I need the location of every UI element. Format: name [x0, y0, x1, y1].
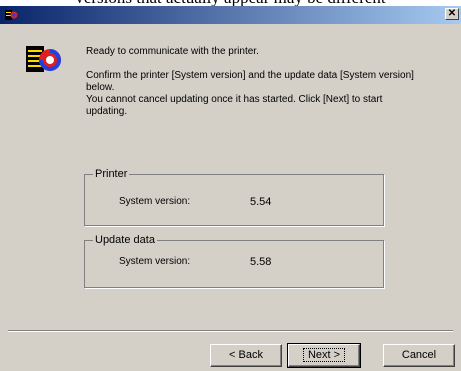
- update-data-group: Update data System version: 5.58: [84, 233, 384, 288]
- confirm-message: Confirm the printer [System version] and…: [86, 70, 414, 93]
- printer-refresh-icon: [26, 46, 61, 72]
- wizard-content: Ready to communicate with the printer. C…: [0, 24, 461, 371]
- button-separator: [8, 330, 453, 332]
- close-icon: ✕: [447, 8, 457, 19]
- update-system-version-label: System version:: [119, 256, 191, 267]
- printer-update-icon: [5, 10, 18, 20]
- printer-system-version-value: 5.54: [250, 196, 272, 208]
- title-bar: ✕: [0, 6, 461, 24]
- printer-group: Printer System version: 5.54: [84, 167, 384, 226]
- next-button-label: Next >: [302, 348, 346, 362]
- printer-system-version-label: System version:: [119, 196, 191, 207]
- update-system-version-value: 5.58: [250, 256, 272, 268]
- cancel-button[interactable]: Cancel: [383, 344, 455, 367]
- update-wizard-window: ✕ Ready to communicate with the printer.…: [0, 6, 461, 371]
- close-button[interactable]: ✕: [445, 8, 459, 20]
- update-data-group-legend: Update data: [93, 233, 157, 247]
- printer-group-legend: Printer: [93, 167, 130, 181]
- ready-message: Ready to communicate with the printer.: [86, 46, 259, 57]
- next-button[interactable]: Next >: [287, 343, 361, 368]
- cancel-note-message: You cannot cancel updating once it has s…: [86, 94, 383, 117]
- back-button[interactable]: < Back: [210, 344, 282, 367]
